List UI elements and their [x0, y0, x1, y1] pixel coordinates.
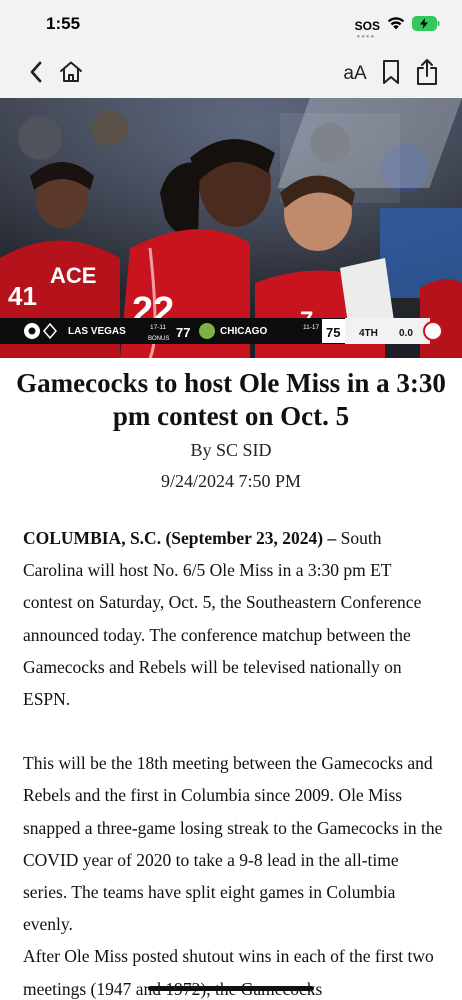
sos-label: SOS [354, 18, 380, 33]
article-paragraph: This will be the 18th meeting between th… [23, 753, 443, 935]
home-team: CHICAGO [220, 326, 267, 337]
paragraph-text: South Carolina will host No. 6/5 Ole Mis… [23, 528, 422, 710]
timeout-indicator-icon [423, 321, 443, 341]
jersey-text: ACE [50, 263, 96, 288]
article-title: Gamecocks to host Ole Miss in a 3:30 pm … [16, 368, 446, 431]
status-indicators: SOS ●●●● [354, 15, 440, 40]
article-paragraph: After Ole Miss posted shutout wins in ea… [23, 946, 434, 999]
away-record: 17-11 [150, 324, 167, 331]
article-dateline: COLUMBIA, S.C. (September 23, 2024) – [23, 528, 337, 548]
hero-image: ACE 41 22 7 LAS VEGAS 17-11 BONUS 77 CHI… [0, 98, 462, 358]
game-period: 4TH [359, 328, 378, 339]
bookmark-button[interactable] [377, 59, 405, 90]
article-date: 9/24/2024 7:50 PM [160, 471, 302, 491]
home-indicator[interactable] [148, 986, 314, 991]
back-button[interactable] [22, 60, 50, 88]
share-icon [415, 58, 439, 91]
article-paragraph: COLUMBIA, S.C. (September 23, 2024) – So… [23, 522, 443, 715]
away-bonus: BONUS [148, 336, 169, 342]
home-button[interactable] [57, 60, 85, 88]
signal-dots-icon: ●●●● [356, 33, 376, 40]
home-score: 75 [326, 325, 340, 340]
home-record: 11-17 [303, 324, 320, 331]
text-size-button[interactable]: aA [340, 60, 370, 88]
chevron-left-icon [28, 60, 44, 89]
status-bar: 1:55 SOS ●●●● [0, 0, 462, 50]
wifi-icon [386, 15, 406, 36]
battery-charging-icon [412, 15, 440, 36]
home-icon [58, 60, 84, 89]
navigation-bar: aA [0, 50, 462, 98]
chicago-logo-icon [199, 323, 215, 339]
away-score: 77 [176, 325, 190, 340]
share-button[interactable] [413, 58, 441, 91]
sos-indicator: SOS ●●●● [354, 18, 380, 40]
away-team: LAS VEGAS [68, 326, 126, 337]
bookmark-icon [381, 59, 401, 90]
jersey-number-left: 41 [8, 281, 37, 311]
status-time: 1:55 [46, 14, 81, 33]
game-clock: 0.0 [399, 328, 413, 339]
article-body: COLUMBIA, S.C. (September 23, 2024) – So… [23, 522, 443, 1000]
article-byline: By SC SID [190, 440, 272, 460]
